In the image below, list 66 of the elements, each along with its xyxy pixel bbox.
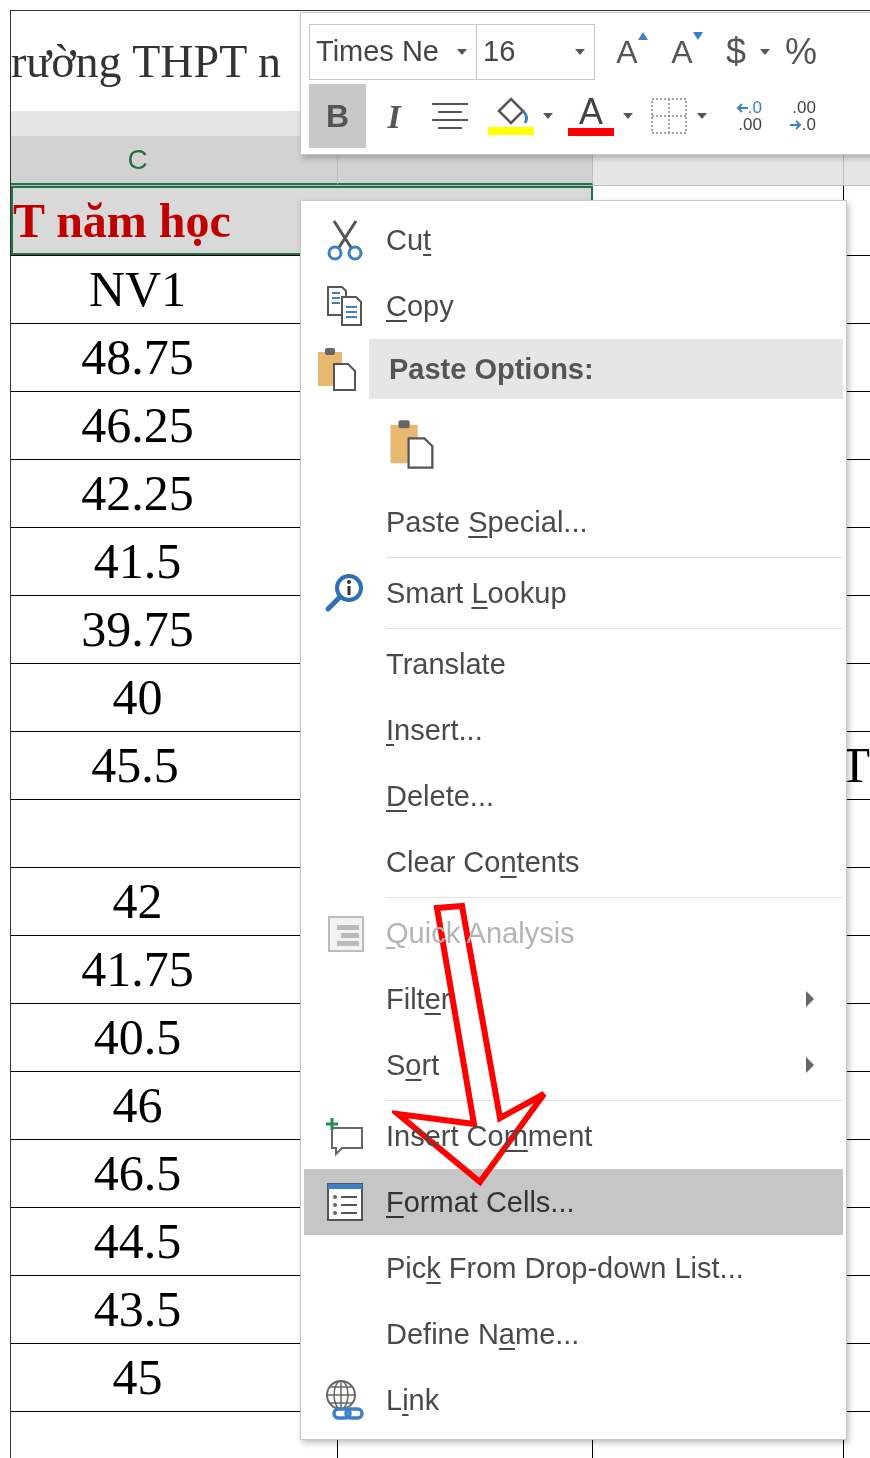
sheet-title-text: rường THPT n (11, 34, 281, 89)
format-list-icon (326, 1182, 364, 1222)
menu-item[interactable]: Sort (304, 1032, 843, 1098)
quick-analysis-icon (325, 913, 365, 953)
increase-decimal-button[interactable]: .0 .00 (716, 99, 762, 133)
up-triangle-icon (637, 32, 648, 40)
grow-font-button[interactable]: A (603, 24, 661, 80)
dropdown-caret-icon (542, 112, 554, 120)
italic-button[interactable]: I (366, 88, 422, 144)
table-cell-text: 41.5 (93, 532, 182, 591)
table-cell-text: 41.75 (81, 940, 194, 999)
table-cell-text: 46.5 (93, 1144, 182, 1203)
scissors-icon (326, 219, 364, 261)
table-cell-text: 42.25 (81, 464, 194, 523)
menu-item[interactable]: Filter (304, 966, 843, 1032)
menu-item[interactable]: Clear Contents (304, 829, 843, 895)
table-cell-text: 43.5 (93, 1280, 182, 1339)
menu-item[interactable]: Insert... (304, 697, 843, 763)
currency-button[interactable]: $ (713, 24, 759, 80)
menu-item[interactable]: Paste Special... (304, 489, 843, 555)
menu-item[interactable]: Link (304, 1367, 843, 1433)
shrink-font-button[interactable]: A (661, 24, 713, 80)
font-name-field[interactable]: Times Ne (309, 24, 477, 80)
globe-link-icon (324, 1379, 366, 1421)
table-cell-text: 45 (112, 1348, 163, 1407)
percent-button[interactable]: % (771, 24, 831, 80)
table-cell-text: 46.25 (81, 396, 194, 455)
add-comment-icon (324, 1116, 366, 1156)
table-cell-text: 44.5 (93, 1212, 182, 1271)
fill-color-bar (488, 127, 534, 135)
dropdown-caret-icon (759, 48, 771, 56)
table-cell-text: NV1 (88, 260, 187, 319)
menu-item[interactable]: Pick From Drop-down List... (304, 1235, 843, 1301)
menu-item[interactable]: Translate (304, 631, 843, 697)
menu-item[interactable]: Format Cells... (304, 1169, 843, 1235)
table-cell-text: 42 (112, 872, 163, 931)
paste-options-header: Paste Options: (369, 339, 843, 399)
right-arrow-icon (789, 119, 802, 130)
center-align-icon (430, 102, 470, 130)
font-color-label[interactable]: A (579, 96, 603, 128)
font-color-bar (568, 128, 614, 136)
dropdown-caret-icon (574, 48, 586, 56)
column-header[interactable]: C (11, 136, 338, 185)
dropdown-caret-icon (456, 48, 468, 56)
paste-icon (316, 346, 357, 392)
menu-item[interactable]: Copy (304, 273, 843, 339)
table-cell-text: 46 (112, 1076, 163, 1135)
dropdown-caret-icon (696, 112, 708, 120)
menu-item[interactable]: Delete... (304, 763, 843, 829)
font-size-field[interactable]: 16 (477, 24, 595, 80)
down-triangle-icon (692, 32, 703, 40)
table-cell-text: 48.75 (81, 328, 194, 387)
decrease-decimal-button[interactable]: .00 .0 (762, 99, 816, 133)
borders-icon (650, 97, 688, 135)
table-cell-text: 39.75 (81, 600, 194, 659)
search-icon (324, 573, 366, 613)
menu-item[interactable]: Define Name... (304, 1301, 843, 1367)
left-arrow-icon (735, 102, 748, 113)
table-cell-text: 45.5 (91, 736, 179, 795)
dropdown-caret-icon (622, 112, 634, 120)
bold-button[interactable]: B (309, 84, 366, 148)
table-cell-text: 40 (112, 668, 163, 727)
paste-icon (388, 418, 436, 470)
menu-item[interactable]: Smart Lookup (304, 560, 843, 626)
copy-icon (326, 285, 364, 327)
table-cell-text: 40.5 (93, 1008, 182, 1067)
